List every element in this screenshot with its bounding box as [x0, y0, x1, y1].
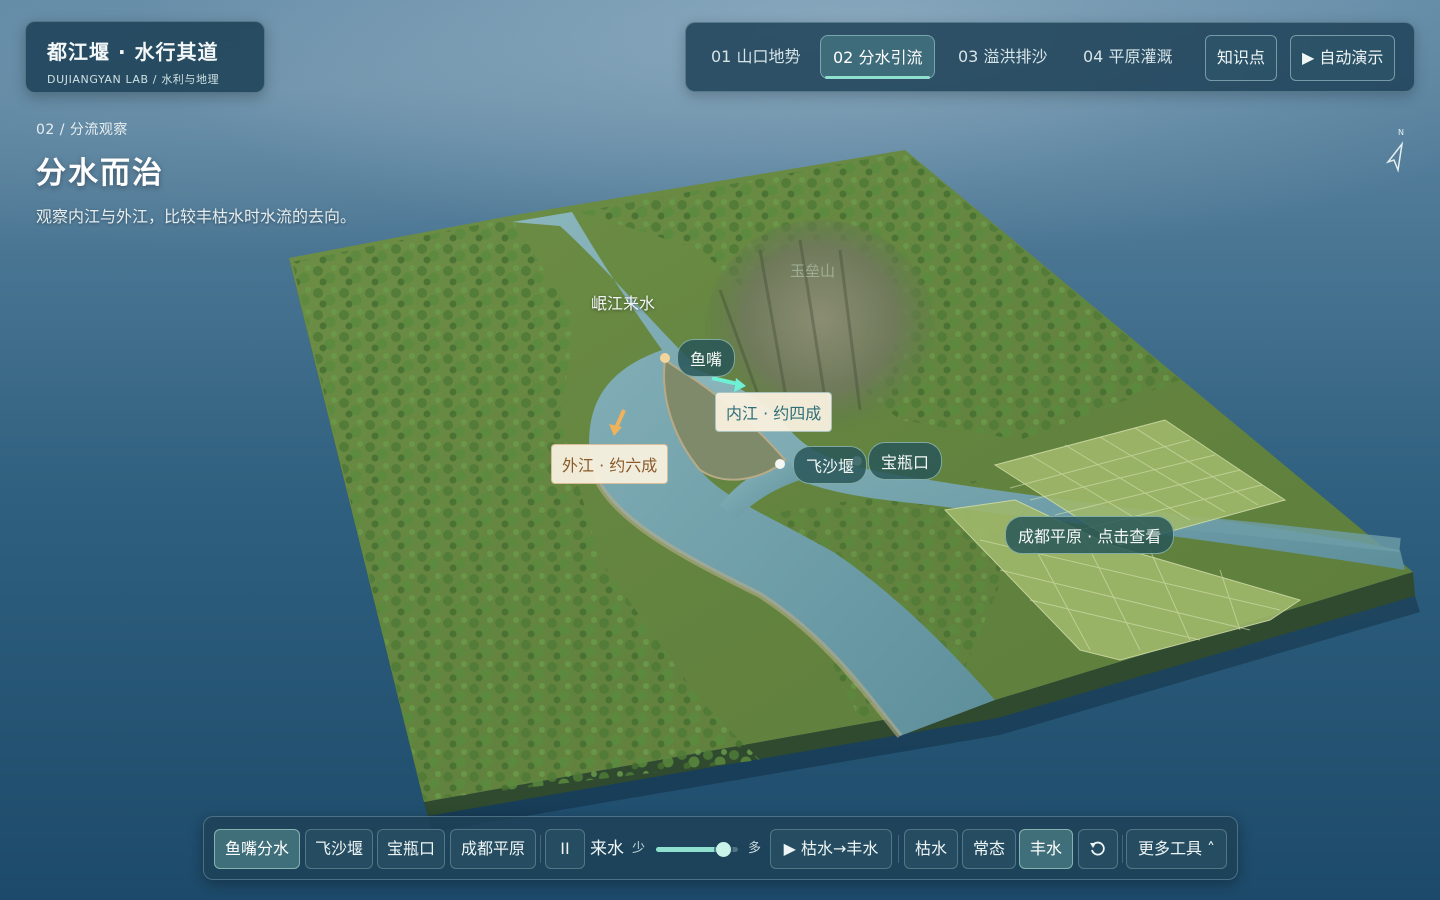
more-tools-button[interactable]: 更多工具 ˄ [1126, 829, 1227, 869]
view-baopingkou-button[interactable]: 宝瓶口 [377, 829, 445, 869]
label-chengdu-plain[interactable]: 成都平原 · 点击查看 [1005, 516, 1175, 554]
step-breadcrumb: 02 / 分流观察 [36, 122, 128, 138]
autoplay-button[interactable]: ▶ 自动演示 [1290, 35, 1396, 81]
mode-normal-button[interactable]: 常态 [962, 829, 1016, 869]
label-neijiang[interactable]: 内江 · 约四成 [715, 392, 833, 432]
yuzui-marker[interactable] [660, 353, 670, 363]
season-play-button[interactable]: ▶ 枯水→丰水 [770, 829, 892, 869]
toolbar-divider [1122, 835, 1123, 863]
terrain-model[interactable] [0, 0, 1440, 900]
compass-icon: N [1385, 128, 1404, 173]
step-description: 观察内江与外江，比较丰枯水时水流的去向。 [36, 207, 357, 226]
label-feishayan[interactable]: 飞沙堰 [793, 446, 868, 484]
compass-north-label: N [1398, 128, 1404, 137]
toolbar-divider [540, 835, 541, 863]
flow-label: 来水 [590, 839, 624, 859]
label-baopingkou[interactable]: 宝瓶口 [868, 442, 943, 480]
view-chengdu-button[interactable]: 成都平原 [450, 829, 536, 869]
knowledge-button[interactable]: 知识点 [1205, 35, 1278, 81]
tab-step-4[interactable]: 04 平原灌溉 [1071, 35, 1184, 79]
flow-max-label: 多 [748, 841, 762, 856]
mode-flood-button[interactable]: 丰水 [1019, 829, 1073, 869]
step-nav: 01 山口地势 02 分水引流 03 溢洪排沙 04 平原灌溉 知识点 ▶ 自动… [685, 22, 1415, 92]
feishayan-marker[interactable] [775, 459, 785, 469]
step-title: 分水而治 [36, 156, 164, 191]
brand-card: 都江堰 · 水行其道 DUJIANGYAN LAB / 水利与地理 [25, 21, 265, 93]
app-title: 都江堰 · 水行其道 [47, 40, 219, 64]
flow-slider[interactable] [656, 842, 738, 857]
view-yuzui-button[interactable]: 鱼嘴分水 [214, 829, 300, 869]
view-feishayan-button[interactable]: 飞沙堰 [305, 829, 373, 869]
bottom-toolbar: 鱼嘴分水 飞沙堰 宝瓶口 成都平原 II 来水 少 多 ▶ 枯水→丰水 枯水 常… [203, 816, 1238, 880]
tab-step-2[interactable]: 02 分水引流 [820, 35, 936, 79]
mode-dry-button[interactable]: 枯水 [904, 829, 958, 869]
tab-step-1[interactable]: 01 山口地势 [699, 35, 812, 79]
toolbar-divider [898, 835, 899, 863]
tab-step-3[interactable]: 03 溢洪排沙 [946, 35, 1059, 79]
flow-min-label: 少 [632, 841, 646, 856]
pause-button[interactable]: II [545, 829, 585, 869]
label-mountain: 玉垒山 [790, 262, 836, 280]
app-subtitle: DUJIANGYAN LAB / 水利与地理 [47, 73, 220, 86]
refresh-icon [1090, 841, 1105, 856]
label-yuzui[interactable]: 鱼嘴 [677, 339, 736, 377]
label-minjiang: 岷江来水 [591, 294, 656, 313]
label-waijiang[interactable]: 外江 · 约六成 [551, 444, 669, 484]
flow-slider-thumb[interactable] [716, 842, 732, 857]
reset-button[interactable] [1078, 829, 1118, 869]
flow-slider-fill [656, 847, 724, 852]
